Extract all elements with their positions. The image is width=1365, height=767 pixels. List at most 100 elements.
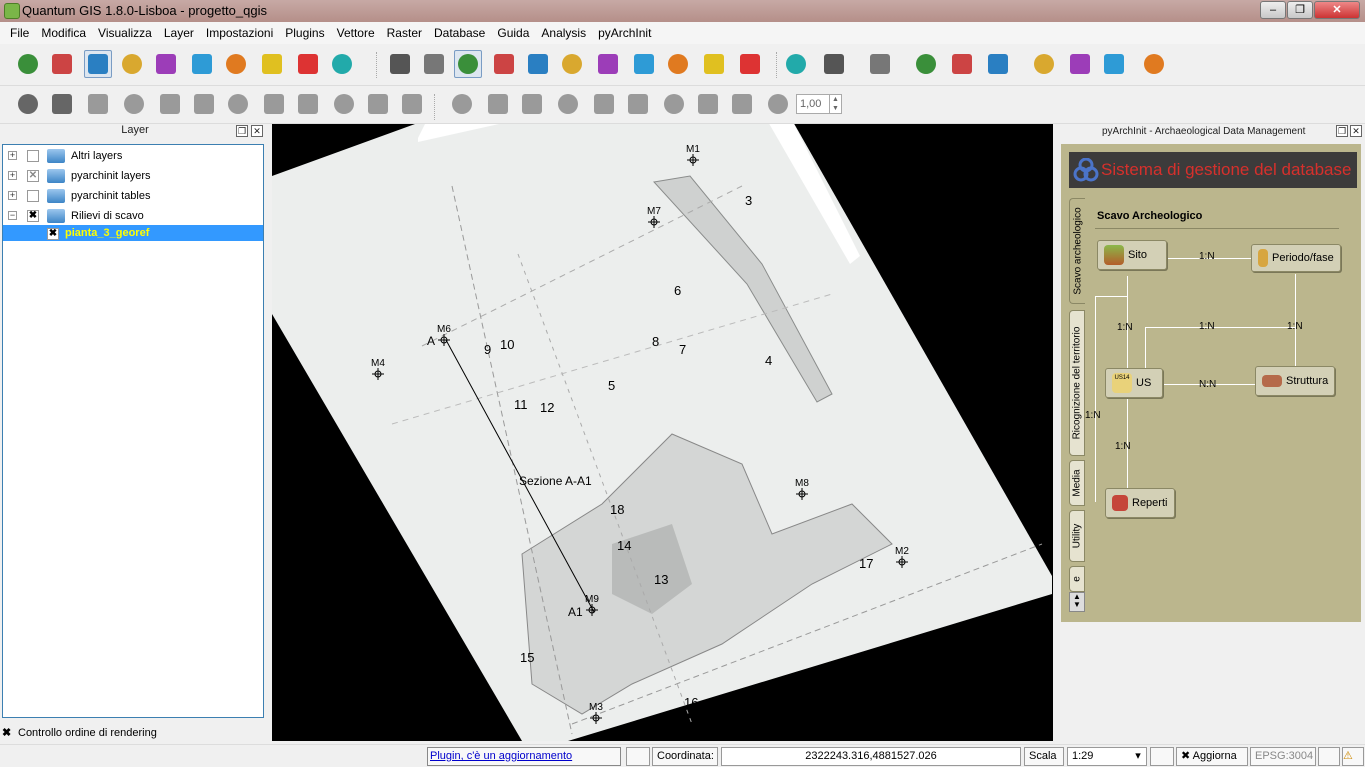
edit-button[interactable] [448,90,476,118]
measure-button[interactable] [984,50,1012,78]
zoom-layer-button[interactable] [594,50,622,78]
layer-checkbox[interactable]: ✖ [27,210,39,222]
node-sito[interactable]: Sito [1097,240,1167,270]
close-panel-icon[interactable]: ✕ [251,125,263,137]
render-order-checkbox[interactable]: ✖ [2,727,14,739]
identify-button[interactable] [782,50,810,78]
plugin-update-link[interactable]: Plugin, c'è un aggiornamento disponibile [427,747,621,766]
pan-button[interactable] [386,50,414,78]
coordinate-field[interactable]: 2322243.316,4881527.026 [721,747,1021,766]
node-us[interactable]: US14 US [1105,368,1163,398]
rotate-button[interactable] [398,90,426,118]
expand-icon[interactable]: + [8,151,17,160]
menu-raster[interactable]: Raster [381,22,428,44]
vertex-button[interactable] [590,90,618,118]
layer-checkbox[interactable]: ✖ [47,228,59,240]
float-panel-icon[interactable]: ❐ [1336,125,1348,137]
select-button[interactable] [866,50,894,78]
node-periodo-fase[interactable]: Periodo/fase [1251,244,1341,272]
menu-modifica[interactable]: Modifica [35,22,92,44]
delete-ring-button[interactable] [190,90,218,118]
menu-guida[interactable]: Guida [491,22,535,44]
snap-button[interactable] [764,90,792,118]
spin-arrows[interactable]: ▲ ▼ [829,95,841,113]
zoom-actual-button[interactable] [524,50,552,78]
cut-button[interactable] [660,90,688,118]
close-panel-icon[interactable]: ✕ [1350,125,1362,137]
node-tool-button[interactable] [554,90,582,118]
layer-pianta-3-georef[interactable]: ✖ pianta_3_georef [3,225,263,241]
home-button[interactable] [1066,50,1094,78]
stop-render-icon[interactable] [1150,747,1174,766]
delete-part-button[interactable] [224,90,252,118]
menu-database[interactable]: Database [428,22,491,44]
home2-button[interactable] [1100,50,1128,78]
new-layer-button[interactable] [328,50,356,78]
add-spatialite-button[interactable] [118,50,146,78]
zoom-last-button[interactable] [664,50,692,78]
tab-scroll-arrows[interactable]: ▲ ▼ [1069,592,1085,612]
copy-button[interactable] [694,90,722,118]
expand-icon[interactable]: + [8,191,17,200]
layer-group-pyarchinit-tables[interactable]: + pyarchinit tables [3,187,263,205]
zoom-out-button[interactable] [490,50,518,78]
menu-visualizza[interactable]: Visualizza [92,22,158,44]
warning-icon[interactable]: ⚠ [1342,747,1364,766]
coordinate-toggle-icon[interactable] [626,747,650,766]
node-struttura[interactable]: Struttura [1255,366,1335,396]
add-wfs-button[interactable] [222,50,250,78]
add-ring-button[interactable] [120,90,148,118]
move-feature-button[interactable] [84,90,112,118]
scale-dropdown-icon[interactable]: ▾ [1130,747,1147,766]
menu-plugins[interactable]: Plugins [279,22,330,44]
text-button[interactable] [1140,50,1168,78]
add-wms-button[interactable] [188,50,216,78]
tab-more[interactable]: e [1069,566,1085,592]
collapse-icon[interactable]: − [8,211,17,220]
tab-utility[interactable]: Utility [1069,510,1085,562]
close-button[interactable]: ✕ [1314,1,1360,19]
layer-group-rilievi[interactable]: − ✖ Rilievi di scavo [3,207,263,225]
add-raster-button[interactable] [48,50,76,78]
layer-group-altri[interactable]: + Altri layers [3,147,263,165]
save-edits-button[interactable] [484,90,512,118]
menu-layer[interactable]: Layer [158,22,200,44]
annotation-button[interactable] [1030,50,1058,78]
redo-button[interactable] [48,90,76,118]
pan-to-selection-button[interactable] [420,50,448,78]
remove-layer-button[interactable] [294,50,322,78]
minimize-button[interactable]: – [1260,1,1286,19]
paste-button[interactable] [728,90,756,118]
attribute-table-button[interactable] [948,50,976,78]
maximize-button[interactable]: ❐ [1287,1,1313,19]
tab-scavo-archeologico[interactable]: Scavo archeologico [1069,198,1085,304]
menu-analysis[interactable]: Analysis [535,22,592,44]
float-panel-icon[interactable]: ❐ [236,125,248,137]
add-postgis-button[interactable] [152,50,180,78]
refresh-button[interactable] [736,50,764,78]
layer-checkbox[interactable]: ✕ [27,170,39,182]
favorite-button[interactable] [258,50,286,78]
layer-checkbox[interactable] [27,190,39,202]
refresh-toggle[interactable]: ✖ Aggiorna [1176,747,1248,766]
tab-media[interactable]: Media [1069,460,1085,506]
offset-spinbox[interactable]: 1,00 ▲ ▼ [796,94,842,114]
map-canvas[interactable]: M1 M2 M3 M4 M6 M7 M8 M9 3 4 5 6 7 8 9 10 11 12 13 14 15 16 17 1… [272,124,1053,741]
menu-vettore[interactable]: Vettore [331,22,381,44]
crs-icon[interactable] [1318,747,1340,766]
simplify-button[interactable] [330,90,358,118]
zoom-selection-button[interactable] [630,50,658,78]
refresh-checkbox[interactable]: ✖ [1181,750,1193,762]
add-database-button[interactable] [84,50,112,78]
node-reperti[interactable]: Reperti [1105,488,1175,518]
menu-pyarchinit[interactable]: pyArchInit [592,22,657,44]
action-button[interactable] [820,50,848,78]
epsg-button[interactable]: EPSG:3004 [1250,747,1316,766]
zoom-in-button[interactable] [454,50,482,78]
zoom-full-button[interactable] [558,50,586,78]
expand-icon[interactable]: + [8,171,17,180]
tab-ricognizione[interactable]: Ricognizione del territorio [1069,310,1085,456]
menu-impostazioni[interactable]: Impostazioni [200,22,279,44]
add-point-button[interactable] [518,90,546,118]
layer-group-pyarchinit-layers[interactable]: + ✕ pyarchinit layers [3,167,263,185]
